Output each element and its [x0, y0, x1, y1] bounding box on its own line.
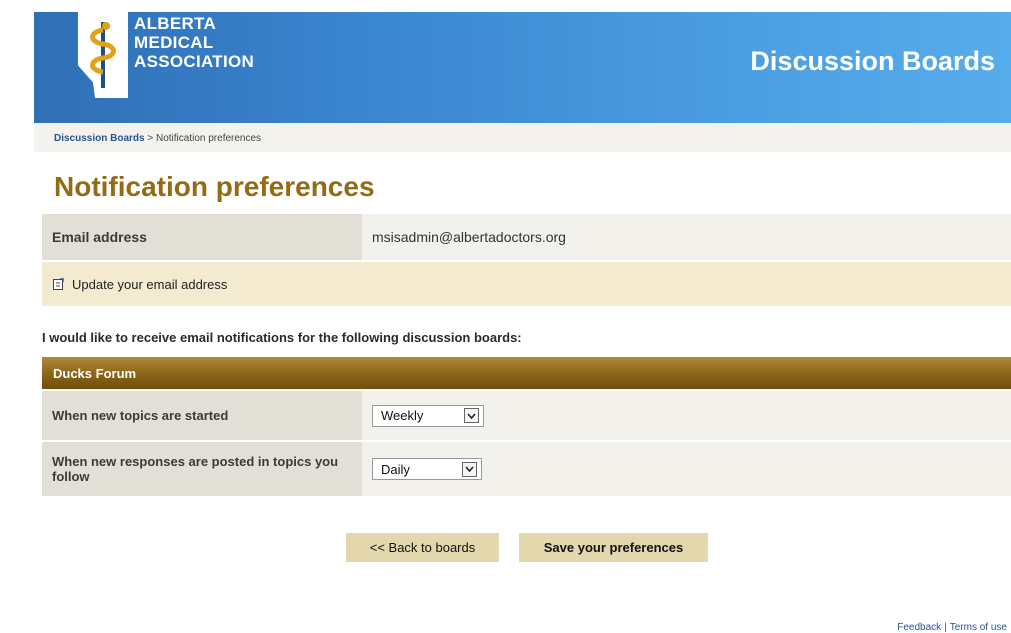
footer-separator: |: [944, 622, 947, 633]
main-content: Notification preferences Email address m…: [34, 152, 1011, 633]
site-header: ALBERTA MEDICAL ASSOCIATION Discussion B…: [34, 12, 1011, 123]
footer-links: Feedback | Terms of use: [897, 622, 1007, 633]
caduceus-icon: [90, 22, 116, 88]
forum-section-header: Ducks Forum: [42, 357, 1011, 389]
page-title: Notification preferences: [54, 171, 375, 202]
update-email-row: Update your email address: [42, 262, 1011, 306]
pref-label-new-responses: When new responses are posted in topics …: [42, 442, 362, 496]
association-logo-text[interactable]: ALBERTA MEDICAL ASSOCIATION: [134, 14, 254, 71]
terms-of-use-link[interactable]: Terms of use: [950, 622, 1007, 633]
breadcrumb-link-discussion-boards[interactable]: Discussion Boards: [54, 133, 145, 144]
logo-line: ASSOCIATION: [134, 52, 255, 71]
notification-instruction: I would like to receive email notificati…: [42, 330, 522, 345]
email-row: Email address msisadmin@albertadoctors.o…: [42, 214, 1011, 260]
logo-line: MEDICAL: [134, 33, 214, 52]
association-logo-icon[interactable]: [78, 12, 128, 98]
pref-value-cell: Weekly: [362, 391, 1011, 440]
pref-row-new-topics: When new topics are started Weekly: [42, 391, 1011, 440]
site-title: Discussion Boards: [750, 46, 995, 76]
email-value: msisadmin@albertadoctors.org: [362, 214, 1011, 260]
pref-value-cell: Daily: [362, 442, 1011, 496]
update-email-link[interactable]: Update your email address: [72, 277, 227, 292]
breadcrumb-current: Notification preferences: [156, 133, 262, 144]
select-value: Daily: [381, 461, 410, 477]
new-topics-frequency-select[interactable]: Weekly: [372, 404, 484, 427]
select-value: Weekly: [381, 408, 424, 423]
breadcrumb-separator: >: [147, 133, 154, 144]
logo-line: ALBERTA: [134, 14, 217, 33]
email-label: Email address: [42, 214, 362, 260]
pref-label-new-topics: When new topics are started: [42, 391, 362, 440]
chevron-down-icon[interactable]: [462, 461, 477, 477]
back-to-boards-button[interactable]: << Back to boards: [346, 533, 499, 562]
chevron-down-icon[interactable]: [464, 408, 479, 423]
new-responses-frequency-select[interactable]: Daily: [372, 458, 482, 480]
page-frame: ALBERTA MEDICAL ASSOCIATION Discussion B…: [34, 12, 1011, 633]
feedback-link[interactable]: Feedback: [897, 622, 941, 633]
edit-note-icon: [53, 278, 64, 290]
pref-row-new-responses: When new responses are posted in topics …: [42, 442, 1011, 496]
save-preferences-button[interactable]: Save your preferences: [519, 533, 708, 562]
breadcrumb: Discussion Boards > Notification prefere…: [54, 133, 261, 144]
